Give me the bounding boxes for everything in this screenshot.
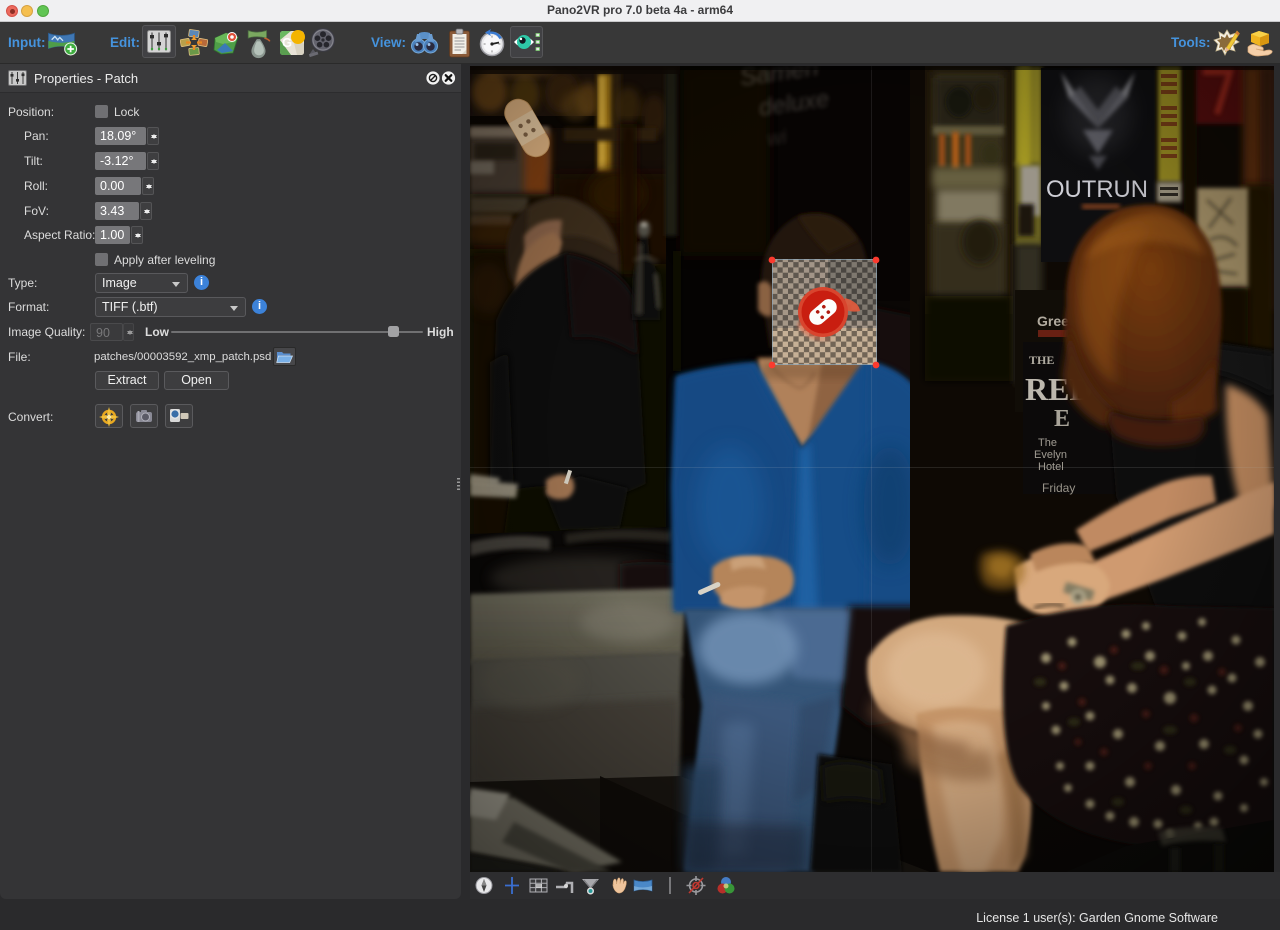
svg-text:G: G xyxy=(282,35,292,50)
